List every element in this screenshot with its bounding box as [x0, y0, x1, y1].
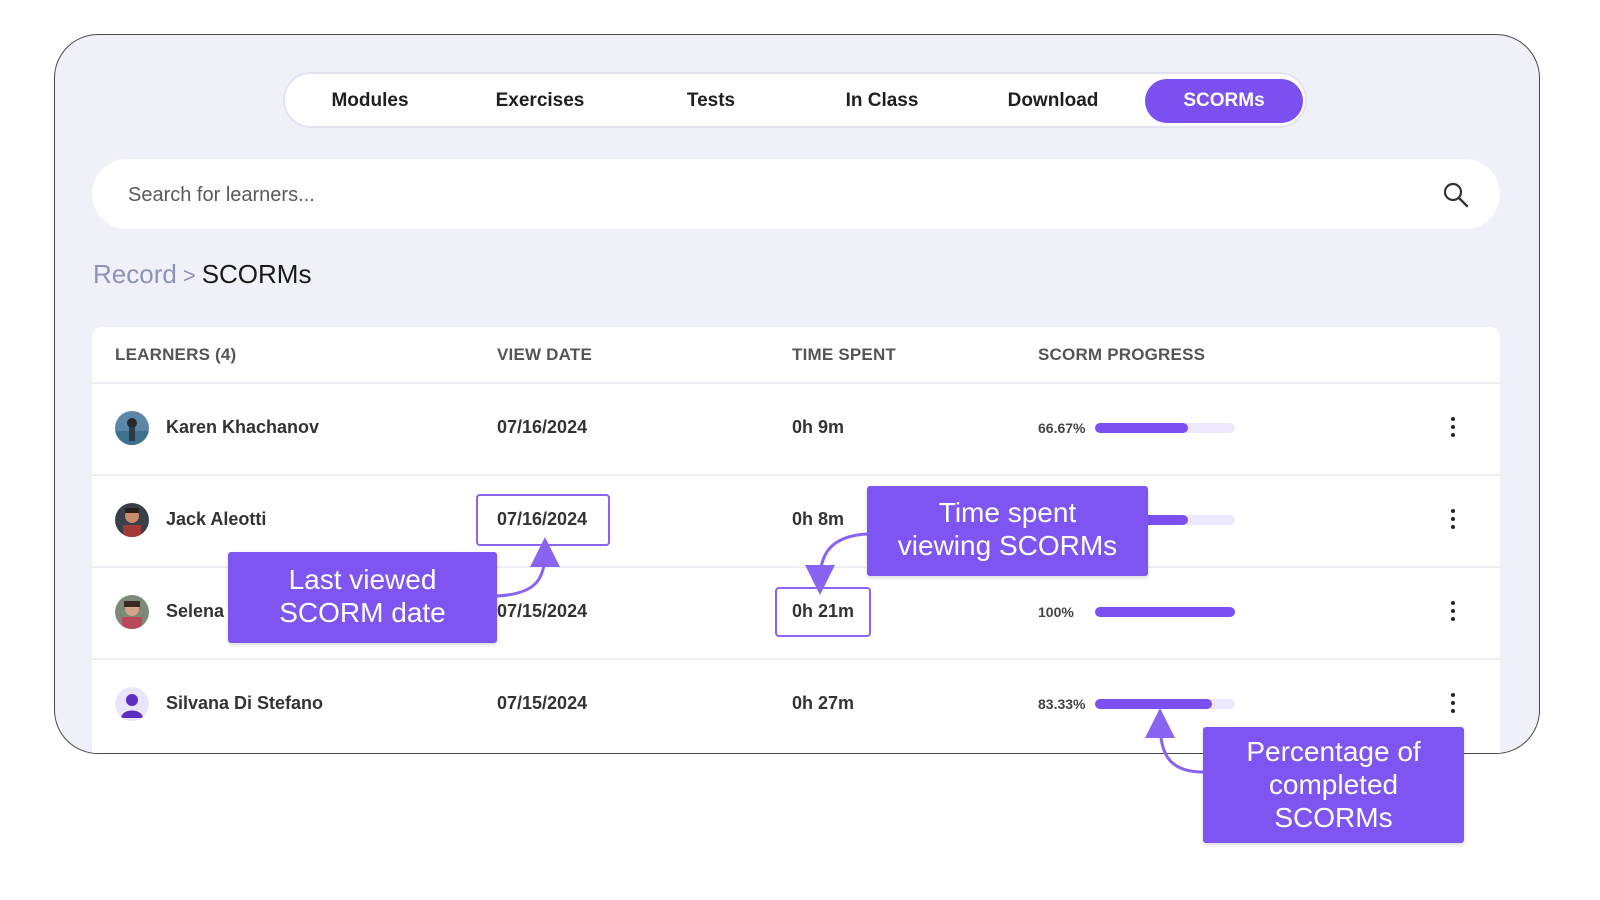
- callout-line: completed: [1268, 769, 1399, 800]
- callout-line: Time spent: [938, 497, 1077, 528]
- callout-time-spent: Time spent viewing SCORMs: [867, 486, 1148, 576]
- callout-line: SCORMs: [1274, 802, 1393, 833]
- callout-line: SCORM date: [279, 597, 446, 628]
- callout-last-viewed: Last viewed SCORM date: [228, 552, 497, 643]
- callout-line: Last viewed: [288, 564, 437, 595]
- callout-line: Percentage of: [1246, 736, 1421, 767]
- callout-line: viewing SCORMs: [897, 530, 1118, 561]
- callout-percentage: Percentage of completed SCORMs: [1203, 727, 1464, 843]
